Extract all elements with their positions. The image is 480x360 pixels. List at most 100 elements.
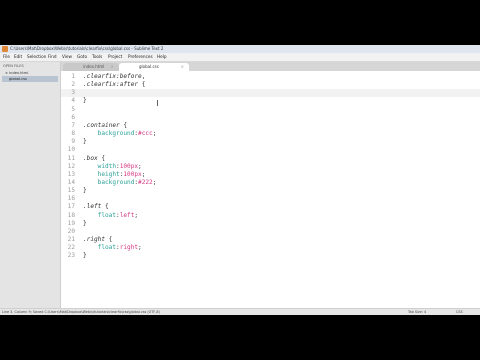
code-line[interactable]: } xyxy=(83,138,87,145)
code-token: } xyxy=(83,187,87,195)
window-title: C:\Users\Mat\Dropbox\Web\s\tutorials\cle… xyxy=(10,46,164,51)
code-token: background xyxy=(83,178,135,186)
code-token: } xyxy=(83,252,87,260)
current-line-highlight xyxy=(61,88,480,97)
tab-label: global.css xyxy=(139,64,159,69)
code-line[interactable]: } xyxy=(83,97,87,104)
code-line[interactable]: .container { xyxy=(83,122,127,129)
code-line[interactable]: } xyxy=(83,252,87,259)
line-number: 20 xyxy=(67,227,75,235)
code-token: float xyxy=(83,211,117,219)
code-line[interactable]: height:100px; xyxy=(83,170,146,178)
menu-preferences[interactable]: Preferences xyxy=(128,53,153,61)
close-icon[interactable]: × xyxy=(5,71,8,75)
line-number: 22 xyxy=(67,244,75,252)
menu-tools[interactable]: Tools xyxy=(92,53,102,61)
code-line[interactable]: .box { xyxy=(83,155,105,162)
code-token: { xyxy=(105,236,113,243)
menu-help[interactable]: Help xyxy=(157,53,167,61)
menu-goto[interactable]: Goto xyxy=(77,53,87,61)
line-number: 10 xyxy=(67,146,75,154)
line-number: 9 xyxy=(71,138,75,146)
line-number: 8 xyxy=(71,130,75,138)
code-line[interactable]: .clearfix:before, xyxy=(83,73,145,80)
line-number: 11 xyxy=(67,154,75,162)
code-token: } xyxy=(83,97,87,105)
line-number: 12 xyxy=(67,162,75,170)
code-token: float xyxy=(83,244,117,252)
line-number: 19 xyxy=(67,219,75,227)
line-number: 15 xyxy=(67,187,75,195)
line-number: 13 xyxy=(67,170,75,178)
line-number: 16 xyxy=(67,195,75,203)
code-token: ; xyxy=(138,162,142,170)
code-token: 100px xyxy=(119,162,139,170)
sublime-text-window: C:\Users\Mat\Dropbox\Web\s\tutorials\cle… xyxy=(0,45,480,316)
code-line[interactable]: .left { xyxy=(83,203,109,210)
line-number: 5 xyxy=(71,105,75,113)
code-token: { xyxy=(101,203,109,211)
code-token: :before xyxy=(116,73,142,80)
code-token: ; xyxy=(152,178,157,186)
code-token: 100px xyxy=(123,170,142,178)
code-token: ; xyxy=(152,130,157,138)
code-token: .clearfix xyxy=(83,73,117,80)
code-line[interactable]: } xyxy=(83,220,87,227)
code-token: background xyxy=(83,130,135,138)
code-token: .container xyxy=(83,121,120,129)
code-line[interactable]: float:left; xyxy=(83,212,138,219)
code-line[interactable]: width:100px; xyxy=(83,163,142,170)
code-token: #222 xyxy=(138,178,153,186)
code-token: :after xyxy=(116,81,139,89)
code-token: left xyxy=(119,211,135,219)
sidebar-item-label: index.html xyxy=(9,71,29,75)
close-icon[interactable]: × xyxy=(111,63,114,71)
code-editor[interactable]: 1 2 3 4 5 6 7 8 9 10 11 12 13 14 15 16 17 18 19 20 21 22 23 .c… xyxy=(61,71,480,308)
code-token: } xyxy=(83,138,87,146)
close-icon[interactable]: × xyxy=(181,63,184,71)
tab-bar: index.html × global.css × xyxy=(61,62,480,71)
sublime-logo-icon xyxy=(2,46,8,52)
line-number: 18 xyxy=(67,211,75,219)
code-line[interactable]: background:#ccc; xyxy=(83,130,157,138)
line-number: 17 xyxy=(67,203,75,211)
line-number: 2 xyxy=(71,81,75,89)
code-token: width xyxy=(83,162,117,170)
line-number: 4 xyxy=(71,97,75,105)
menu-bar: File Edit Selection Find View Goto Tools… xyxy=(0,53,480,62)
line-number: 3 xyxy=(71,89,75,97)
code-token: { xyxy=(97,154,106,162)
menu-selection[interactable]: Selection xyxy=(27,53,46,61)
code-token: #ccc xyxy=(138,130,153,138)
code-line[interactable]: .clearfix:after { xyxy=(83,81,145,88)
code-line[interactable]: } xyxy=(83,187,87,194)
sidebar-item-global-css[interactable]: global.css xyxy=(2,76,58,82)
tab-global-css[interactable]: global.css × xyxy=(119,63,189,71)
sidebar-item-index-html[interactable]: × index.html xyxy=(5,71,28,75)
code-token: .box xyxy=(83,154,98,162)
line-number: 23 xyxy=(67,252,75,260)
menu-view[interactable]: View xyxy=(62,53,72,61)
code-token: { xyxy=(138,81,146,89)
line-number-gutter: 1 2 3 4 5 6 7 8 9 10 11 12 13 14 15 16 17 18 19 20 21 22 23 xyxy=(61,71,77,308)
menu-file[interactable]: File xyxy=(3,53,10,61)
code-token: { xyxy=(119,121,128,129)
code-line[interactable]: background:#222; xyxy=(83,178,157,186)
code-token: ; xyxy=(138,244,142,252)
line-number: 7 xyxy=(71,121,75,129)
sidebar: OPEN FILES × index.html global.css xyxy=(0,62,61,308)
code-line[interactable]: .right { xyxy=(83,236,112,243)
line-number: 6 xyxy=(71,113,75,121)
code-token: .left xyxy=(83,203,102,211)
code-token: height xyxy=(83,170,120,178)
menu-edit[interactable]: Edit xyxy=(14,53,22,61)
sidebar-header: OPEN FILES xyxy=(3,64,24,68)
tab-index-html[interactable]: index.html × xyxy=(63,63,119,71)
menu-find[interactable]: Find xyxy=(48,53,57,61)
code-line[interactable]: float:right; xyxy=(83,244,142,251)
menu-project[interactable]: Project xyxy=(108,53,122,61)
code-token: right xyxy=(119,244,139,252)
code-token: ; xyxy=(134,211,139,219)
title-bar: C:\Users\Mat\Dropbox\Web\s\tutorials\cle… xyxy=(0,45,480,53)
letterbox-top xyxy=(0,0,480,45)
